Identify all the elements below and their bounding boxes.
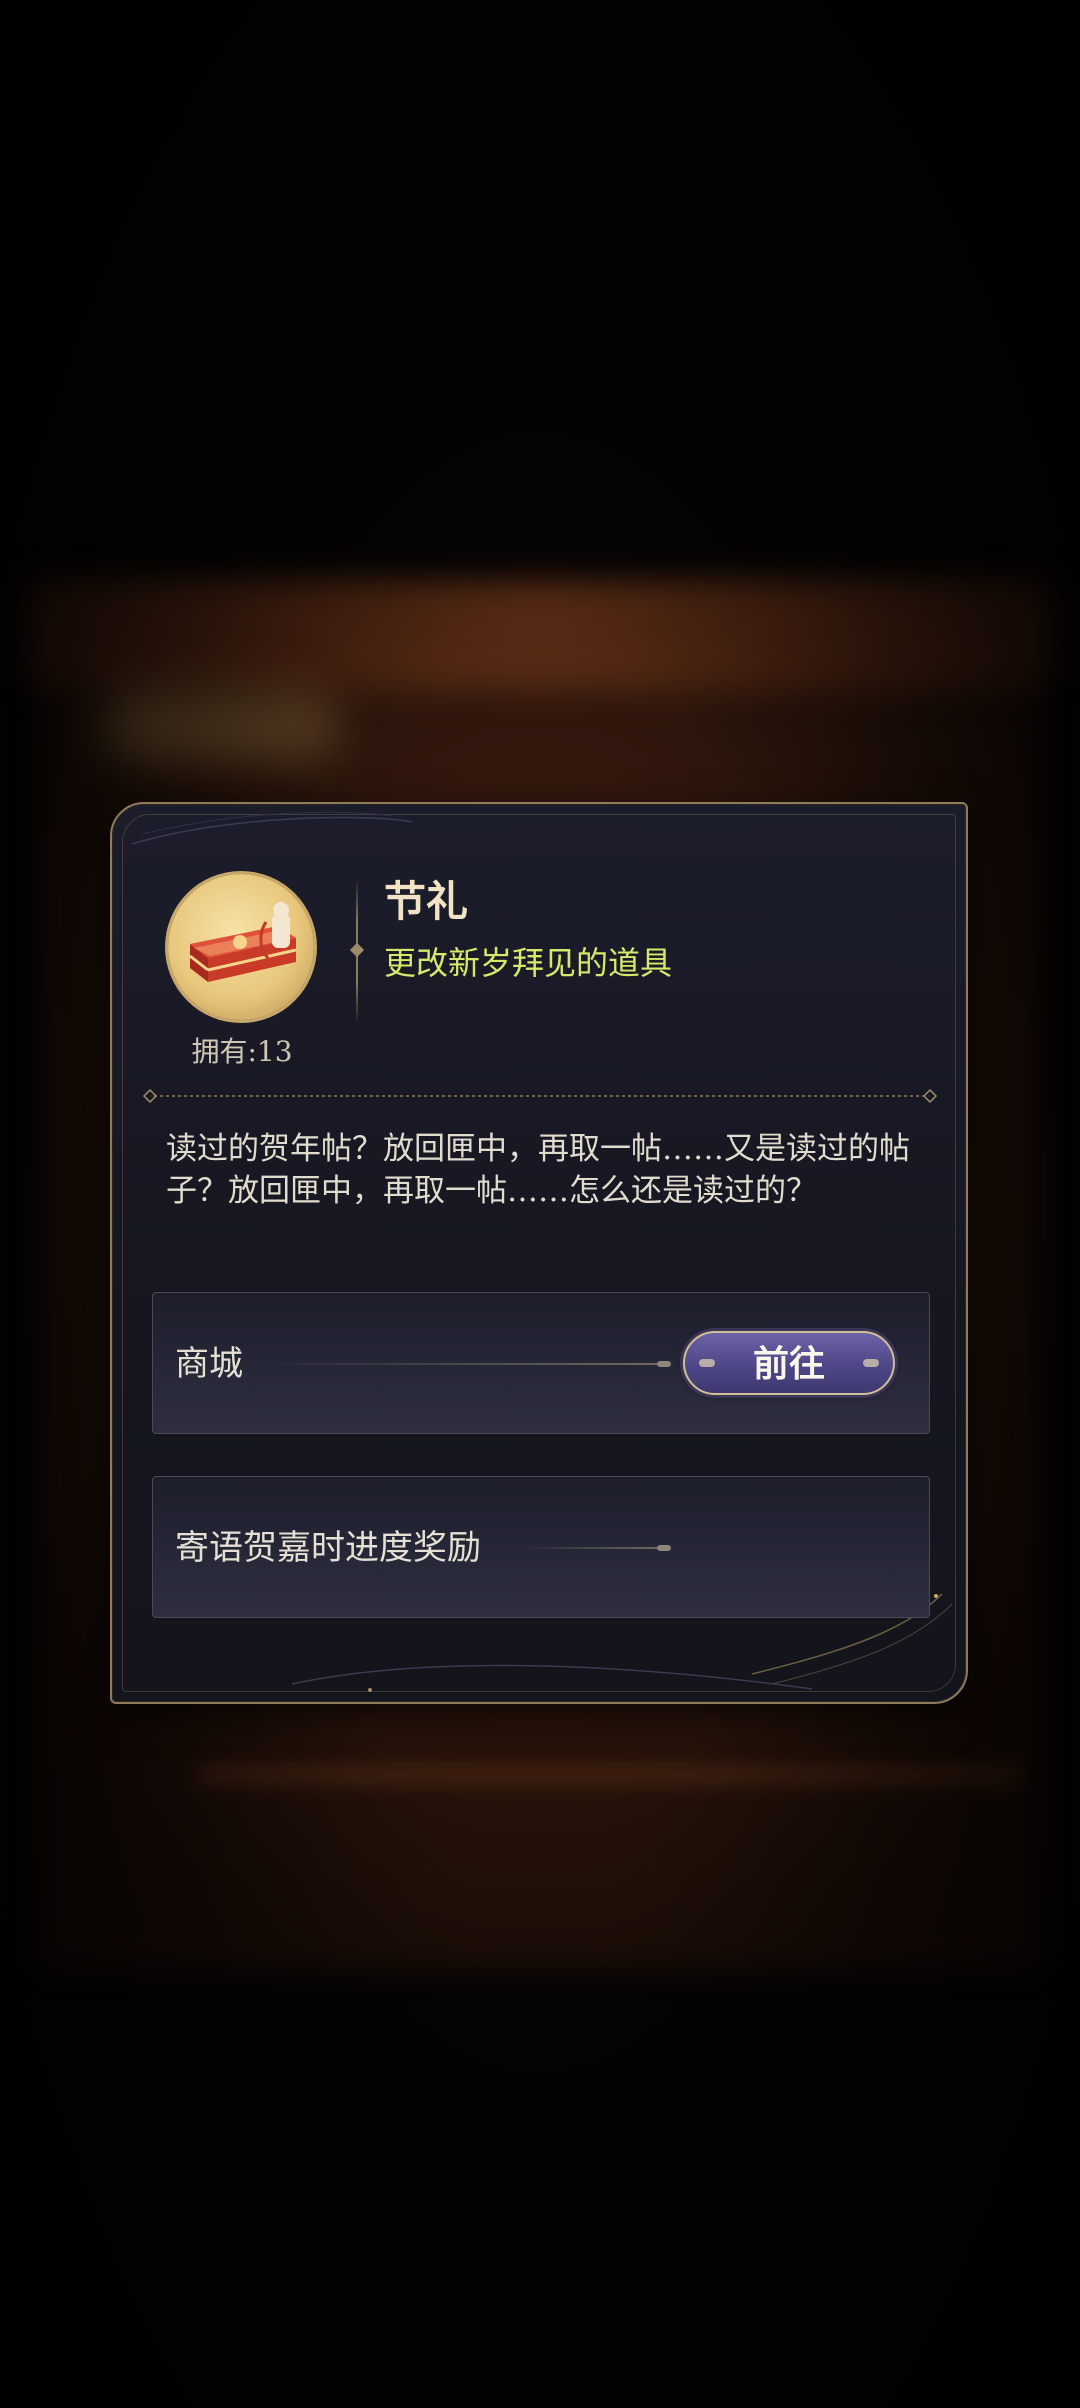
source-label-shop: 商城: [175, 1344, 243, 1384]
button-ornament-right: [863, 1359, 879, 1367]
row-connector-line: [263, 1363, 663, 1365]
go-button-label: 前往: [752, 1343, 825, 1385]
item-detail-dialog: 拥有:13 节礼 更改新岁拜见的道具 读过的贺年帖？放回匣中，再取一帖……又是读…: [110, 802, 968, 1704]
divider-diamond: [349, 942, 365, 958]
item-name: 节礼: [384, 877, 469, 926]
button-ornament-left: [699, 1359, 715, 1367]
source-row-progress-reward: 寄语贺嘉时进度奖励: [152, 1476, 930, 1618]
section-divider: [142, 1088, 938, 1104]
source-label-progress-reward: 寄语贺嘉时进度奖励: [175, 1528, 481, 1568]
item-description: 更改新岁拜见的道具: [384, 944, 673, 982]
owned-count: 拥有:13: [191, 1035, 293, 1068]
row-connector-line: [523, 1547, 663, 1549]
go-button[interactable]: 前往: [683, 1331, 895, 1395]
row-connector-end: [657, 1361, 671, 1367]
gift-box-icon: [168, 874, 314, 1020]
row-connector-end: [657, 1545, 671, 1551]
source-row-shop: 商城 前往: [152, 1292, 930, 1434]
item-flavor-text: 读过的贺年帖？放回匣中，再取一帖……又是读过的帖子？放回匣中，再取一帖……怎么还…: [166, 1131, 910, 1209]
